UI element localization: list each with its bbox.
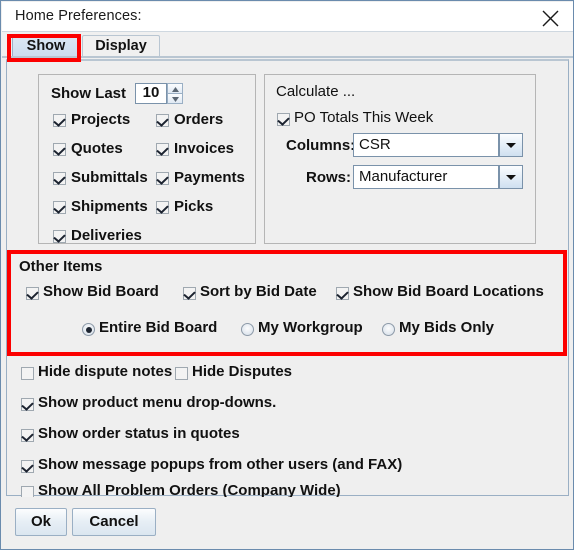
other-items-title: Other Items (19, 258, 103, 275)
tab-underline (2, 56, 573, 58)
tab-strip: Show Display (2, 32, 573, 58)
label-quotes: Quotes (71, 140, 123, 157)
other-items-group: Other Items Show Bid Board Sort by Bid D… (10, 252, 566, 353)
cancel-button[interactable]: Cancel (72, 508, 156, 536)
label-shipments: Shipments (71, 198, 148, 215)
label-show-product-menu-drop-downs: Show product menu drop-downs. (38, 394, 277, 411)
checkbox-hide-dispute-notes[interactable] (21, 367, 34, 380)
close-icon-glyph (542, 10, 559, 27)
radio-entire-bid-board[interactable] (82, 323, 95, 336)
radio-my-workgroup[interactable] (241, 323, 254, 336)
chevron-up-icon (172, 87, 179, 92)
label-rows: Rows: (306, 169, 351, 186)
label-show-bid-board: Show Bid Board (43, 283, 159, 300)
label-show-order-status-in-quotes: Show order status in quotes (38, 425, 240, 442)
checkbox-orders[interactable] (156, 114, 169, 127)
checkbox-submittals[interactable] (53, 172, 66, 185)
chevron-down-icon (172, 97, 179, 102)
show-last-group: Show Last 10 Projects Orders Quotes Invo (38, 74, 256, 244)
checkbox-payments[interactable] (156, 172, 169, 185)
label-columns: Columns: (286, 137, 356, 154)
label-projects: Projects (71, 111, 131, 128)
checkbox-show-bid-board-locations[interactable] (336, 287, 349, 300)
label-show-bid-board-locations: Show Bid Board Locations (353, 283, 544, 300)
dialog-button-bar: Ok Cancel (2, 497, 573, 549)
show-last-input[interactable]: 10 (135, 83, 167, 104)
checkbox-shipments[interactable] (53, 201, 66, 214)
columns-combo-dropdown-button[interactable] (499, 133, 523, 157)
checkbox-projects[interactable] (53, 114, 66, 127)
tab-display[interactable]: Display (82, 35, 160, 58)
show-last-decrement-button[interactable] (167, 93, 183, 104)
chevron-down-icon (506, 143, 516, 148)
calculate-title: Calculate ... (276, 83, 356, 100)
radio-my-bids-only[interactable] (382, 323, 395, 336)
label-payments: Payments (174, 169, 245, 186)
ok-button[interactable]: Ok (15, 508, 67, 536)
show-tab-panel: Show Last 10 Projects Orders Quotes Invo (6, 59, 569, 499)
label-hide-disputes: Hide Disputes (192, 363, 293, 380)
show-last-title: Show Last (51, 85, 127, 102)
calculate-group: Calculate ... PO Totals This Week Column… (264, 74, 536, 244)
label-my-bids-only: My Bids Only (399, 319, 495, 336)
label-show-message-popups: Show message popups from other users (an… (38, 456, 403, 473)
checkbox-show-bid-board[interactable] (26, 287, 39, 300)
label-hide-dispute-notes: Hide dispute notes (38, 363, 173, 380)
columns-combo-field[interactable]: CSR (353, 133, 499, 157)
chevron-down-icon (506, 175, 516, 180)
label-deliveries: Deliveries (71, 227, 142, 244)
checkbox-deliveries[interactable] (53, 230, 66, 243)
checkbox-show-order-status-in-quotes[interactable] (21, 429, 34, 442)
label-submittals: Submittals (71, 169, 148, 186)
label-my-workgroup: My Workgroup (258, 319, 363, 336)
label-entire-bid-board: Entire Bid Board (99, 319, 218, 336)
checkbox-show-message-popups[interactable] (21, 460, 34, 473)
checkbox-po-totals-this-week[interactable] (277, 113, 290, 126)
label-orders: Orders (174, 111, 224, 128)
checkbox-picks[interactable] (156, 201, 169, 214)
checkbox-sort-by-bid-date[interactable] (183, 287, 196, 300)
window-title: Home Preferences: (15, 8, 142, 24)
label-po-totals-this-week: PO Totals This Week (294, 109, 434, 126)
label-sort-by-bid-date: Sort by Bid Date (200, 283, 317, 300)
checkbox-invoices[interactable] (156, 143, 169, 156)
tab-show[interactable]: Show (12, 35, 80, 58)
rows-combo-dropdown-button[interactable] (499, 165, 523, 189)
checkbox-hide-disputes[interactable] (175, 367, 188, 380)
rows-combo-field[interactable]: Manufacturer (353, 165, 499, 189)
title-bar: Home Preferences: (2, 2, 573, 32)
home-preferences-dialog: Home Preferences: Show Display Show Last… (0, 0, 574, 550)
label-picks: Picks (174, 198, 214, 215)
checkbox-quotes[interactable] (53, 143, 66, 156)
label-invoices: Invoices (174, 140, 235, 157)
close-icon[interactable] (527, 2, 573, 31)
checkbox-show-product-menu-drop-downs[interactable] (21, 398, 34, 411)
